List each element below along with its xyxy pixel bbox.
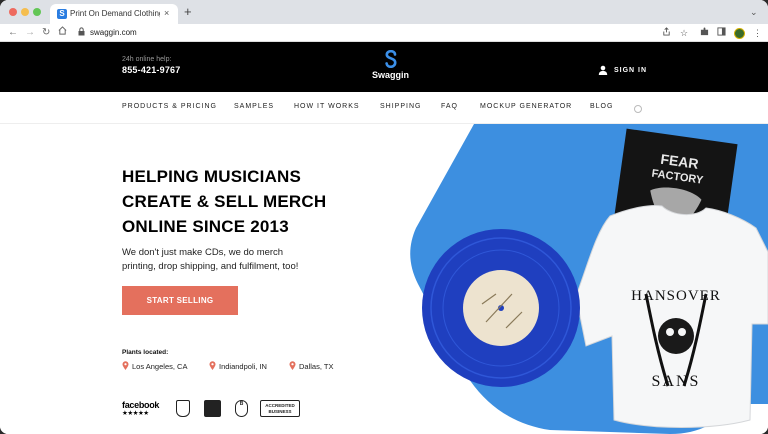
- map-pin-icon: [122, 361, 129, 370]
- shirt-text-bottom: SANS: [652, 373, 701, 390]
- site-header: 24h online help: 855-421-9767 Swaggin SI…: [0, 42, 768, 92]
- phone-number[interactable]: 855-421-9767: [122, 65, 180, 75]
- headline-line-2: CREATE & SELL MERCH: [122, 192, 327, 211]
- location-label: Dallas, TX: [299, 362, 334, 371]
- location-indianapolis: Indiandpoli, IN: [209, 361, 267, 371]
- menu-icon[interactable]: ⋮: [753, 27, 762, 39]
- nav-samples[interactable]: SAMPLES: [234, 103, 274, 110]
- plants-label: Plants located:: [122, 349, 169, 356]
- map-pin-icon: [289, 361, 296, 370]
- tab-title: Print On Demand Clothing, Ho: [70, 9, 160, 18]
- map-pin-icon: [209, 361, 216, 370]
- address-bar[interactable]: swaggin.com: [78, 26, 696, 40]
- vinyl-record: [422, 229, 580, 387]
- nav-blog[interactable]: BLOG: [590, 103, 613, 110]
- nav-faq[interactable]: FAQ: [441, 103, 458, 110]
- home-icon[interactable]: [58, 26, 67, 40]
- main-nav: PRODUCTS & PRICING SAMPLES HOW IT WORKS …: [0, 92, 768, 124]
- bbb-line-2: BUSINESS: [268, 409, 292, 414]
- nav-how-it-works[interactable]: HOW IT WORKS: [294, 103, 360, 110]
- nav-products-pricing[interactable]: PRODUCTS & PRICING: [122, 103, 217, 110]
- tab-strip: S Print On Demand Clothing, Ho × + ⌄: [0, 0, 768, 24]
- browser-tab[interactable]: S Print On Demand Clothing, Ho ×: [50, 4, 178, 24]
- nav-shipping[interactable]: SHIPPING: [380, 103, 421, 110]
- hero-subcopy: We don't just make CDs, we do merch prin…: [122, 246, 382, 274]
- back-icon[interactable]: ←: [8, 26, 18, 40]
- tab-close-icon[interactable]: ×: [164, 8, 169, 18]
- swaggin-logo-icon[interactable]: [384, 50, 398, 68]
- hero-artwork: FEAR FACTORY HANSOVER SANS: [410, 124, 768, 434]
- facebook-wordmark: facebook: [122, 400, 160, 410]
- browser-toolbar: ← → ↻ swaggin.com ☆ ⋮: [0, 24, 768, 42]
- minimize-window-button[interactable]: [21, 8, 29, 16]
- headline-line-1: HELPING MUSICIANS: [122, 167, 302, 186]
- star-icon[interactable]: ☆: [680, 27, 688, 39]
- hero-section: HELPING MUSICIANS CREATE & SELL MERCH ON…: [0, 124, 768, 434]
- new-tab-button[interactable]: +: [184, 5, 192, 18]
- subcopy-line-2: printing, drop shipping, and fulfilment,…: [122, 261, 299, 272]
- tab-search-icon[interactable]: ⌄: [750, 7, 758, 18]
- url-text[interactable]: swaggin.com: [90, 28, 137, 37]
- bbb-accredited-badge: ACCREDITED BUSINESS: [260, 400, 300, 417]
- lock-icon[interactable]: [78, 27, 85, 38]
- hero-headline: HELPING MUSICIANS CREATE & SELL MERCH ON…: [122, 164, 382, 239]
- shield-badge-icon: [176, 400, 190, 417]
- search-icon[interactable]: [634, 105, 642, 113]
- maximize-window-button[interactable]: [33, 8, 41, 16]
- rating-stars: ★★★★★: [122, 410, 149, 417]
- extensions-icon[interactable]: [700, 27, 709, 39]
- facebook-rating-badge: facebook ★★★★★: [122, 400, 159, 417]
- sidepanel-icon[interactable]: [717, 27, 726, 39]
- headline-line-3: ONLINE SINCE 2013: [122, 217, 289, 236]
- location-los-angeles: Los Angeles, CA: [122, 361, 187, 371]
- user-icon[interactable]: [598, 65, 608, 75]
- sign-in-link[interactable]: SIGN IN: [614, 67, 647, 74]
- browser-window: S Print On Demand Clothing, Ho × + ⌄ ← →…: [0, 0, 768, 434]
- start-selling-button[interactable]: START SELLING: [122, 286, 238, 315]
- location-label: Los Angeles, CA: [132, 362, 188, 371]
- forward-icon[interactable]: →: [25, 26, 35, 40]
- help-label: 24h online help:: [122, 56, 172, 63]
- brand-name[interactable]: Swaggin: [372, 70, 409, 80]
- b-corp-badge-icon: B: [235, 400, 248, 417]
- close-window-button[interactable]: [9, 8, 17, 16]
- location-label: Indiandpoli, IN: [219, 362, 267, 371]
- favicon-icon: S: [57, 9, 67, 19]
- profile-avatar[interactable]: [734, 28, 745, 39]
- seal-badge-icon: [204, 400, 221, 417]
- reload-icon[interactable]: ↻: [42, 26, 50, 40]
- location-dallas: Dallas, TX: [289, 361, 333, 371]
- shirt-text-top: HANSOVER: [631, 288, 721, 304]
- share-icon[interactable]: [662, 27, 671, 39]
- nav-mockup-generator[interactable]: MOCKUP GENERATOR: [480, 103, 572, 110]
- trust-badges: facebook ★★★★★ B ACCREDITED BUSINESS: [122, 400, 312, 420]
- subcopy-line-1: We don't just make CDs, we do merch: [122, 247, 284, 258]
